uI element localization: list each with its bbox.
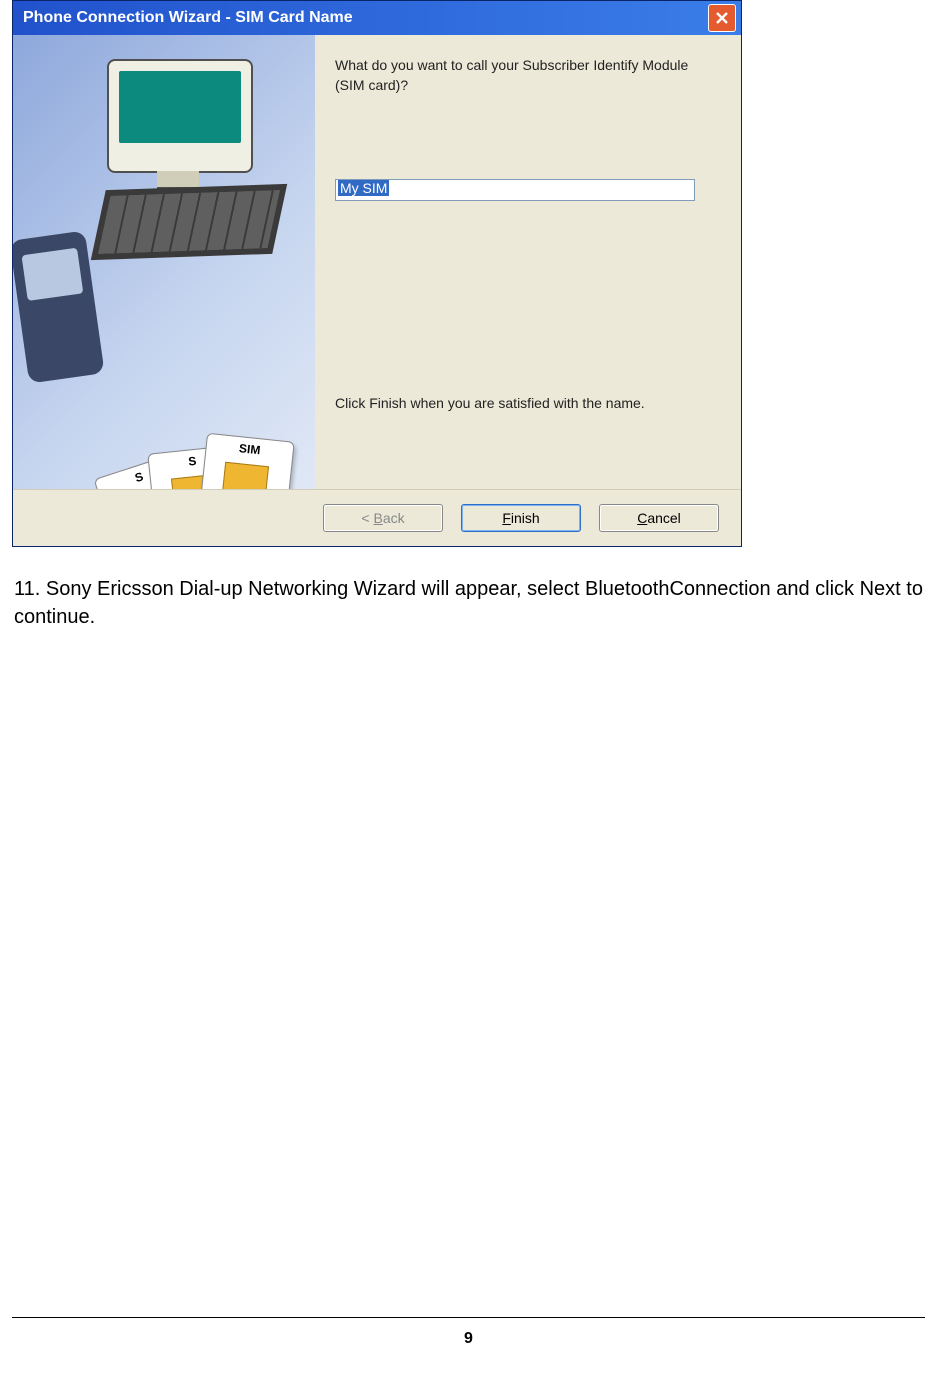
monitor-icon [107, 59, 253, 173]
step-11-text: 11. Sony Ericsson Dial-up Networking Wiz… [12, 575, 925, 631]
wizard-button-bar: < Back Finish Cancel [13, 489, 741, 546]
wizard-hint: Click Finish when you are satisfied with… [335, 395, 645, 411]
wizard-main-panel: What do you want to call your Subscriber… [315, 35, 741, 489]
sim-name-input[interactable]: My SIM [335, 179, 695, 201]
window-title: Phone Connection Wizard - SIM Card Name [23, 9, 708, 27]
wizard-prompt: What do you want to call your Subscriber… [335, 55, 715, 95]
close-icon [715, 11, 729, 25]
finish-button[interactable]: Finish [461, 504, 581, 532]
keyboard-icon [91, 184, 287, 260]
wizard-body: S S SIM What do you want to call your Su… [13, 35, 741, 489]
cancel-button[interactable]: Cancel [599, 504, 719, 532]
sim-name-value: My SIM [338, 180, 389, 196]
wizard-side-image: S S SIM [13, 35, 315, 489]
page-number: 9 [0, 1330, 937, 1348]
footer-divider [12, 1317, 925, 1318]
wizard-window: Phone Connection Wizard - SIM Card Name … [12, 0, 742, 547]
back-button: < Back [323, 504, 443, 532]
phone-icon [13, 230, 105, 383]
close-button[interactable] [708, 4, 736, 32]
titlebar[interactable]: Phone Connection Wizard - SIM Card Name [13, 1, 741, 35]
